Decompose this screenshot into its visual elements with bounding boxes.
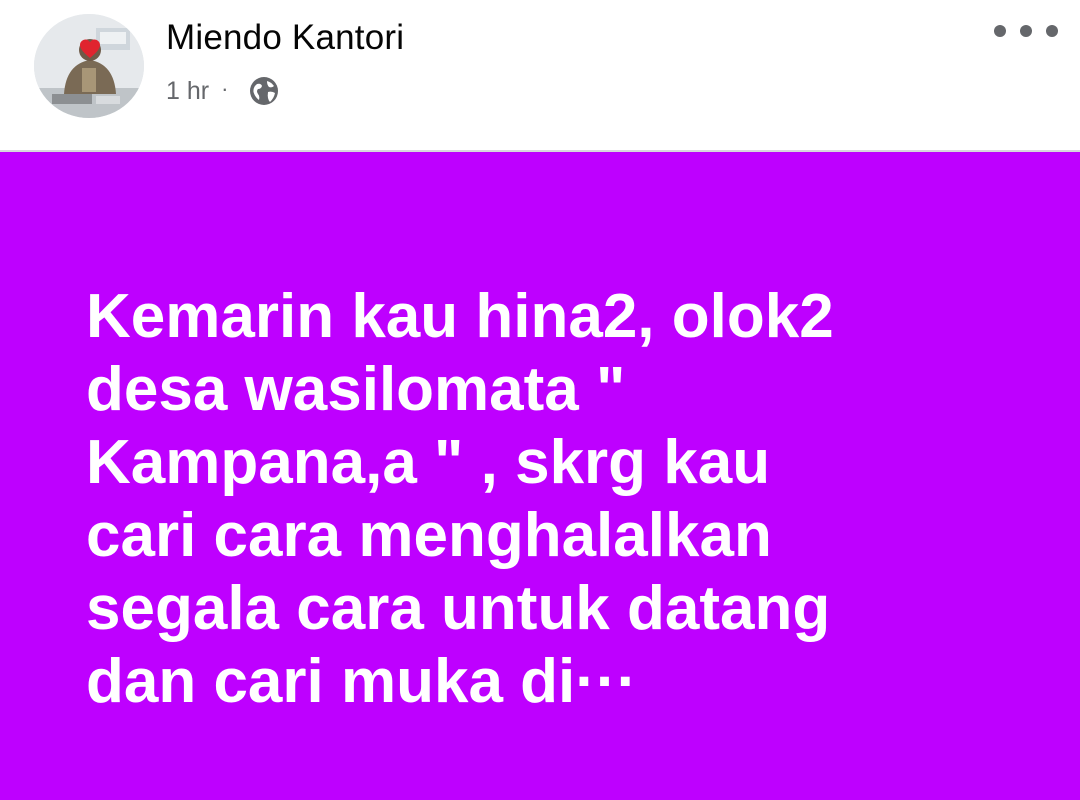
post-body-text: Kemarin kau hina2, olok2 desa wasilomata… bbox=[86, 282, 834, 716]
colored-text-post[interactable]: Kemarin kau hina2, olok2 desa wasilomata… bbox=[0, 152, 1080, 800]
globe-icon[interactable] bbox=[248, 75, 280, 107]
post-timestamp[interactable]: 1 hr bbox=[166, 77, 209, 106]
more-dot-icon bbox=[994, 25, 1006, 37]
post-header: Miendo Kantori 1 hr · bbox=[0, 0, 1080, 150]
author-avatar[interactable] bbox=[34, 14, 144, 118]
more-dot-icon bbox=[1046, 25, 1058, 37]
author-name[interactable]: Miendo Kantori bbox=[166, 18, 404, 58]
more-options-button[interactable] bbox=[994, 16, 1058, 46]
post-meta: 1 hr · bbox=[166, 72, 280, 110]
meta-separator: · bbox=[221, 76, 229, 101]
more-dot-icon bbox=[1020, 25, 1032, 37]
